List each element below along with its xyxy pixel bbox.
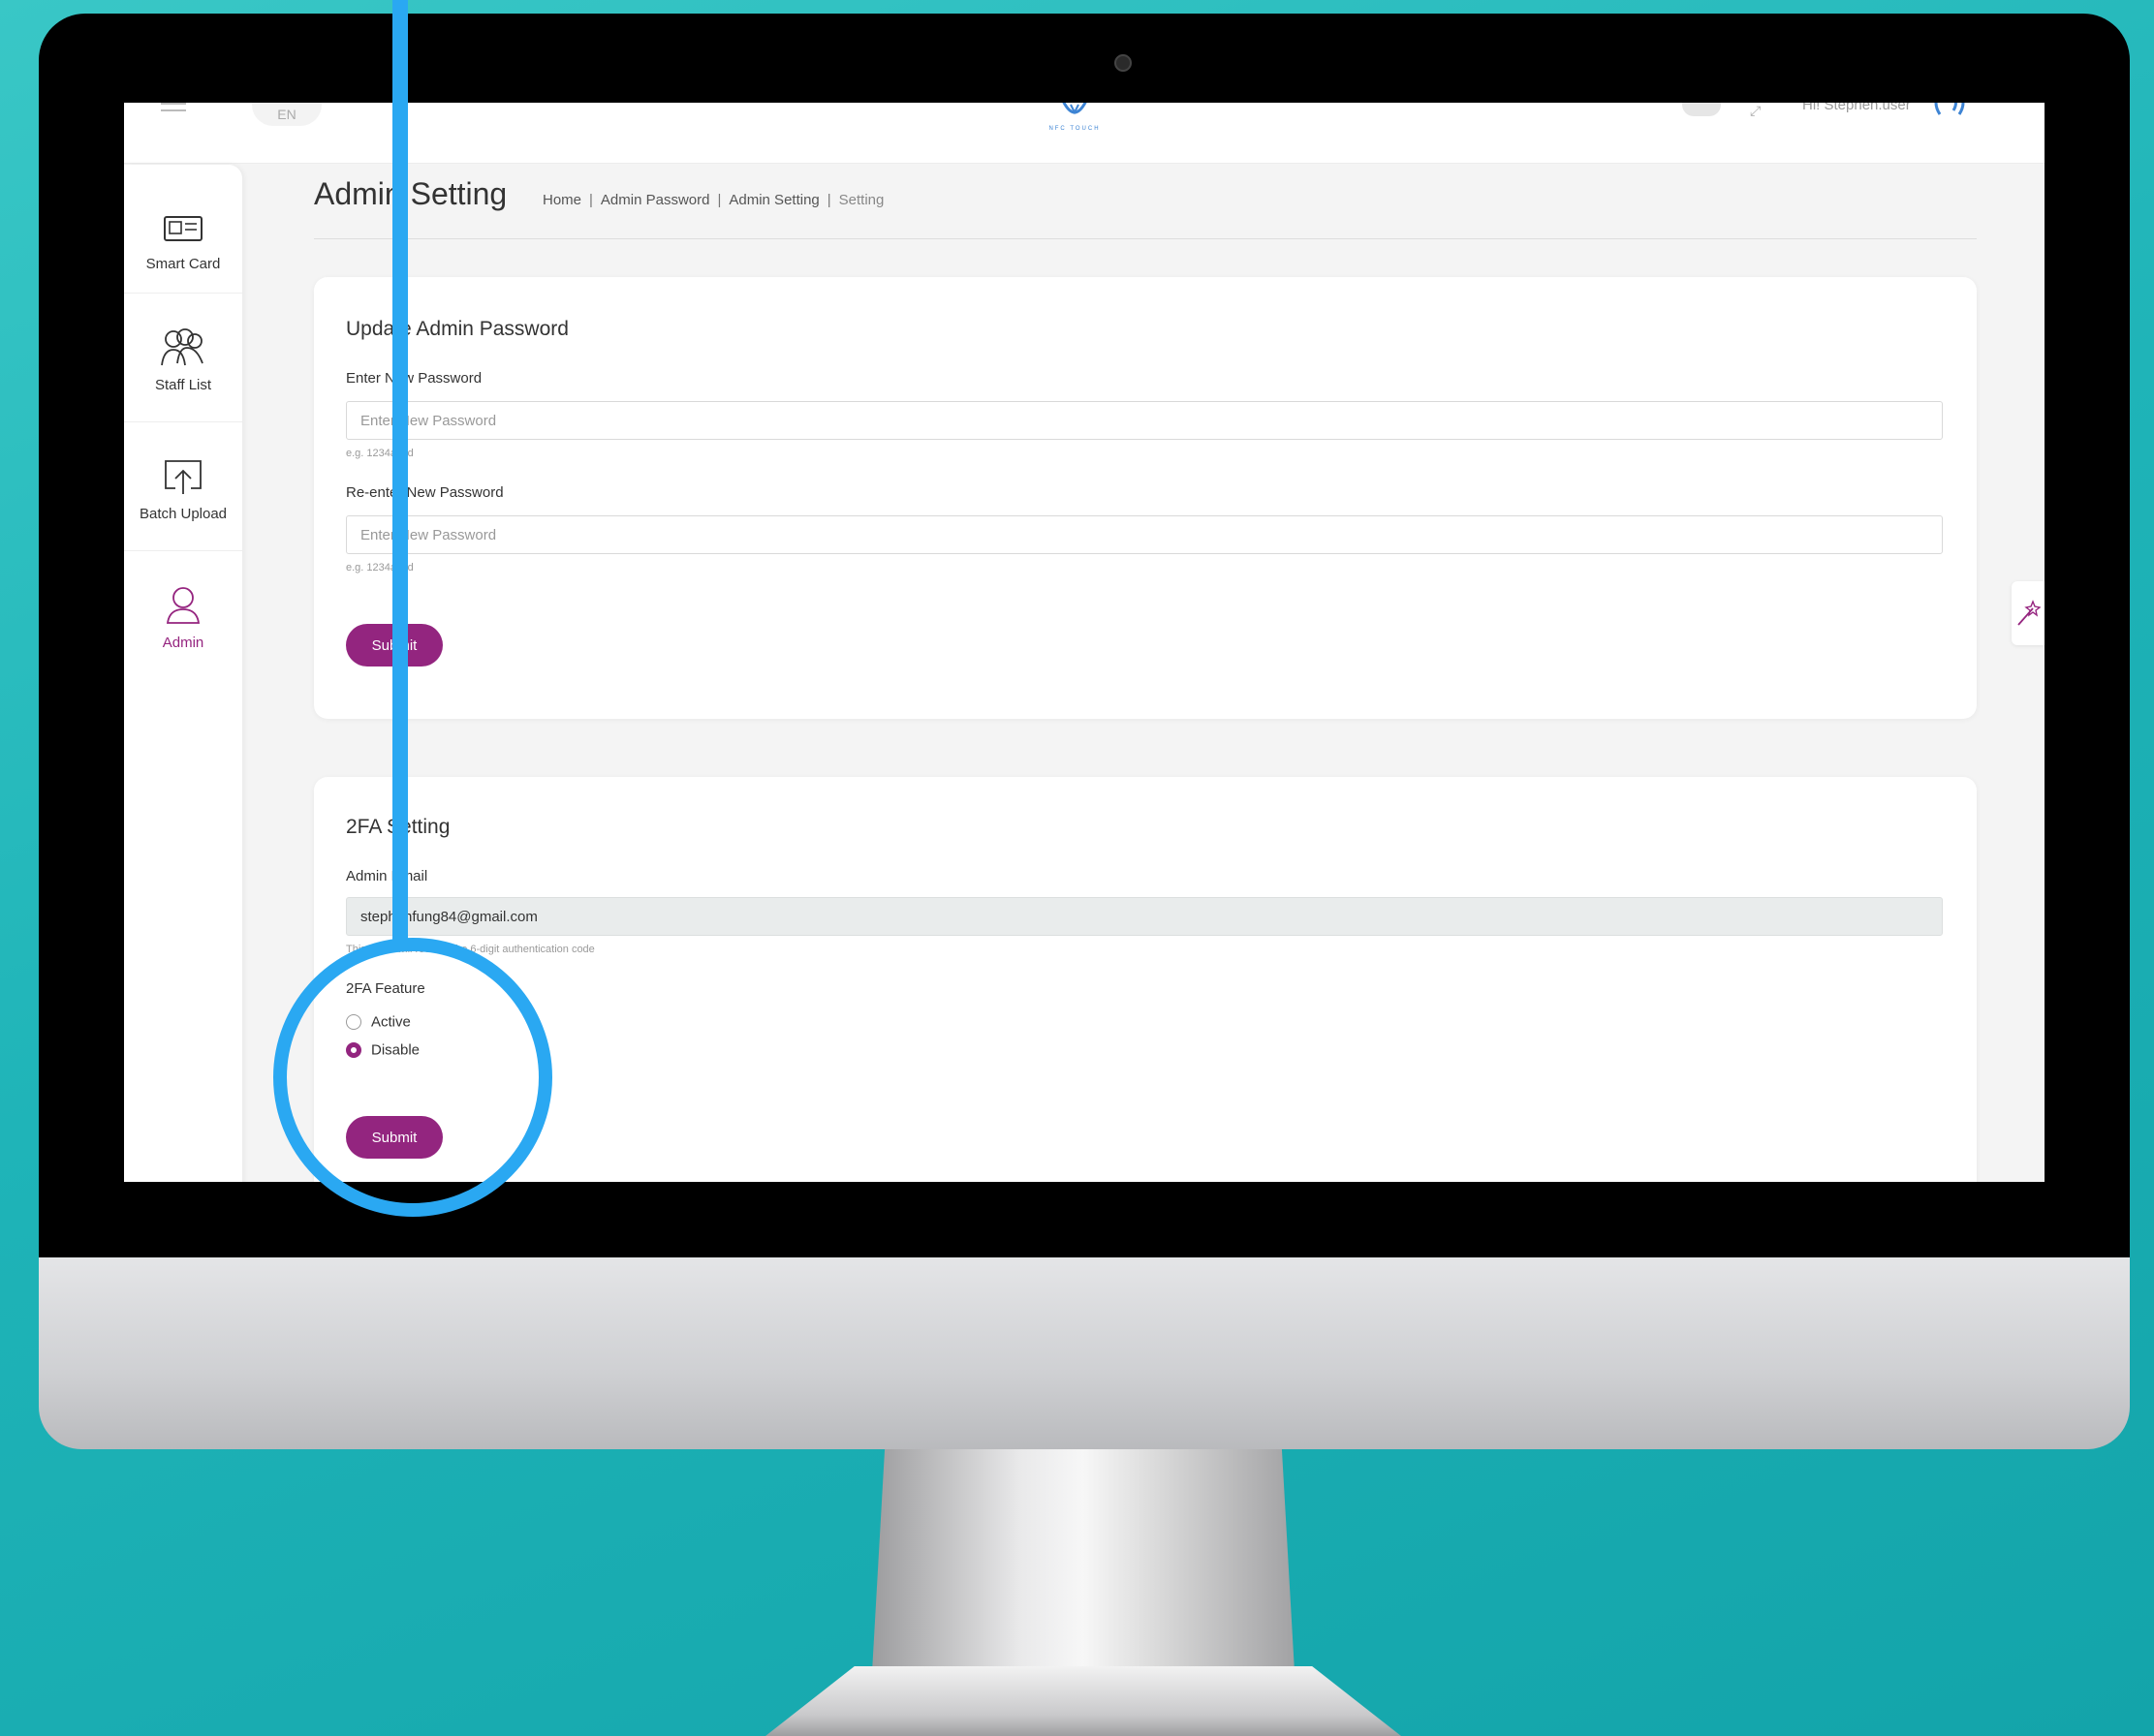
- top-bar: EN NFC TOUCH ⤢ Hi! Stephen.user: [124, 103, 2045, 164]
- nfc-avatar-icon[interactable]: [1930, 103, 1969, 122]
- admin-email-label: Admin Email: [346, 868, 428, 884]
- sidebar-item-smart-card[interactable]: Smart Card: [124, 165, 242, 294]
- language-selector[interactable]: EN: [252, 103, 322, 126]
- card-title: Update Admin Password: [346, 318, 569, 340]
- magic-wand-icon: [2017, 600, 2042, 626]
- sidebar-item-label: Admin: [162, 635, 204, 651]
- breadcrumb-separator: |: [589, 192, 593, 208]
- title-divider: [314, 238, 1977, 239]
- update-password-card: Update Admin Password Enter New Password…: [314, 277, 1977, 719]
- new-password-field[interactable]: [346, 401, 1943, 440]
- breadcrumb-admin-setting[interactable]: Admin Setting: [729, 192, 819, 208]
- sidebar-item-batch-upload[interactable]: Batch Upload: [124, 422, 242, 551]
- new-password-label: Enter New Password: [346, 370, 483, 387]
- edge-tab[interactable]: [2012, 581, 2045, 645]
- sidebar-item-admin[interactable]: Admin: [124, 551, 242, 679]
- monitor-stand: [872, 1449, 1295, 1672]
- sidebar-item-staff-list[interactable]: Staff List: [124, 294, 242, 422]
- admin-email-field[interactable]: [346, 897, 1943, 936]
- logo: NFC TOUCH: [1041, 103, 1108, 136]
- user-greeting: Hi! Stephen.user: [1802, 103, 1911, 113]
- breadcrumb-admin-password[interactable]: Admin Password: [601, 192, 710, 208]
- admin-user-icon: [166, 587, 201, 624]
- twofa-setting-card: 2FA Setting Admin Email This email will …: [314, 777, 1977, 1182]
- reenter-password-label: Re-enter New Password: [346, 484, 504, 501]
- staff-list-icon: [161, 328, 203, 366]
- camera-icon: [1114, 54, 1132, 72]
- page-title: Admin Setting: [314, 176, 508, 211]
- fullscreen-icon[interactable]: ⤢: [1750, 103, 1761, 119]
- annotation-highlight-circle: [273, 938, 552, 1217]
- smart-card-icon: [164, 216, 203, 241]
- breadcrumb-separator: |: [827, 192, 831, 208]
- sidebar: Smart Card Staff List Batch Upload Admin: [124, 165, 242, 1182]
- theme-toggle[interactable]: [1682, 103, 1721, 116]
- sidebar-item-label: Staff List: [154, 377, 212, 393]
- upload-icon: [165, 460, 202, 494]
- menu-icon[interactable]: [161, 103, 186, 116]
- breadcrumb-current: Setting: [838, 192, 885, 208]
- annotation-pointer-line: [392, 0, 408, 951]
- logo-text: NFC TOUCH: [1048, 126, 1101, 132]
- breadcrumb: Home | Admin Password | Admin Setting | Settin…: [543, 192, 884, 208]
- breadcrumb-separator: |: [717, 192, 722, 208]
- monitor-stand-base: [765, 1666, 1401, 1736]
- breadcrumb-home[interactable]: Home: [543, 192, 581, 208]
- monitor-chin: [39, 1257, 2130, 1449]
- sidebar-item-label: Batch Upload: [139, 506, 228, 522]
- sidebar-item-label: Smart Card: [145, 256, 221, 272]
- reenter-password-field[interactable]: [346, 515, 1943, 554]
